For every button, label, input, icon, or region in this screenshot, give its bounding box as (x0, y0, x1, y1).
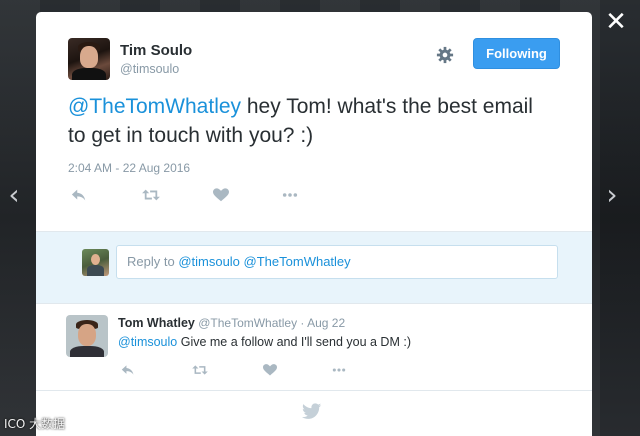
reply-tweet-mention-link[interactable]: @timsoulo (118, 335, 177, 349)
twitter-bird-icon (302, 403, 322, 421)
more-icon[interactable] (330, 363, 350, 381)
header-separator: · (297, 316, 308, 330)
reply-input[interactable]: Reply to @timsoulo @TheTomWhatley (116, 245, 558, 279)
tweet-text: @TheTomWhatley hey Tom! what's the best … (68, 92, 548, 150)
reply-input-prefix: Reply to (127, 254, 179, 269)
author-avatar[interactable] (68, 38, 110, 80)
reply-author-handle[interactable]: @TheTomWhatley (198, 316, 297, 330)
tweet-header: Tim Soulo @timsoulo Following (68, 38, 560, 82)
like-icon[interactable] (262, 363, 282, 381)
retweet-icon[interactable] (191, 363, 211, 381)
reply-author-name[interactable]: Tom Whatley (118, 316, 195, 330)
watermark: ICO 大数据 (4, 417, 66, 431)
reply-tweet-text: @timsoulo Give me a follow and I'll send… (118, 335, 411, 349)
reply-input-mention-2: @TheTomWhatley (243, 254, 351, 269)
reply-composer: Reply to @timsoulo @TheTomWhatley (36, 231, 592, 304)
author-name[interactable]: Tim Soulo (120, 42, 192, 59)
reply-tweet[interactable]: Tom Whatley @TheTomWhatley · Aug 22 @tim… (36, 305, 592, 391)
like-icon[interactable] (212, 187, 232, 205)
reply-input-mention-1: @timsoulo (178, 254, 240, 269)
reply-icon[interactable] (70, 187, 90, 205)
tweet-mention-link[interactable]: @TheTomWhatley (68, 95, 241, 118)
close-icon[interactable]: ✕ (604, 9, 628, 35)
retweet-icon[interactable] (141, 187, 161, 205)
reply-tweet-text-body: Give me a follow and I'll send you a DM … (177, 335, 411, 349)
reply-tweet-date[interactable]: Aug 22 (307, 316, 345, 330)
reply-author-avatar[interactable] (66, 315, 108, 357)
gear-icon[interactable] (436, 46, 454, 64)
following-button[interactable]: Following (473, 38, 560, 69)
previous-tweet-arrow-icon[interactable]: ‹ (4, 180, 24, 210)
current-user-avatar (82, 249, 109, 276)
more-icon[interactable] (280, 187, 300, 205)
next-tweet-arrow-icon[interactable]: › (602, 180, 622, 210)
tweet-modal: Tim Soulo @timsoulo Following @TheTomWha… (36, 12, 592, 436)
tweet-timestamp[interactable]: 2:04 AM - 22 Aug 2016 (68, 161, 190, 175)
author-handle[interactable]: @timsoulo (120, 62, 179, 76)
reply-tweet-header: Tom Whatley @TheTomWhatley · Aug 22 (118, 316, 345, 330)
reply-icon[interactable] (120, 363, 140, 381)
